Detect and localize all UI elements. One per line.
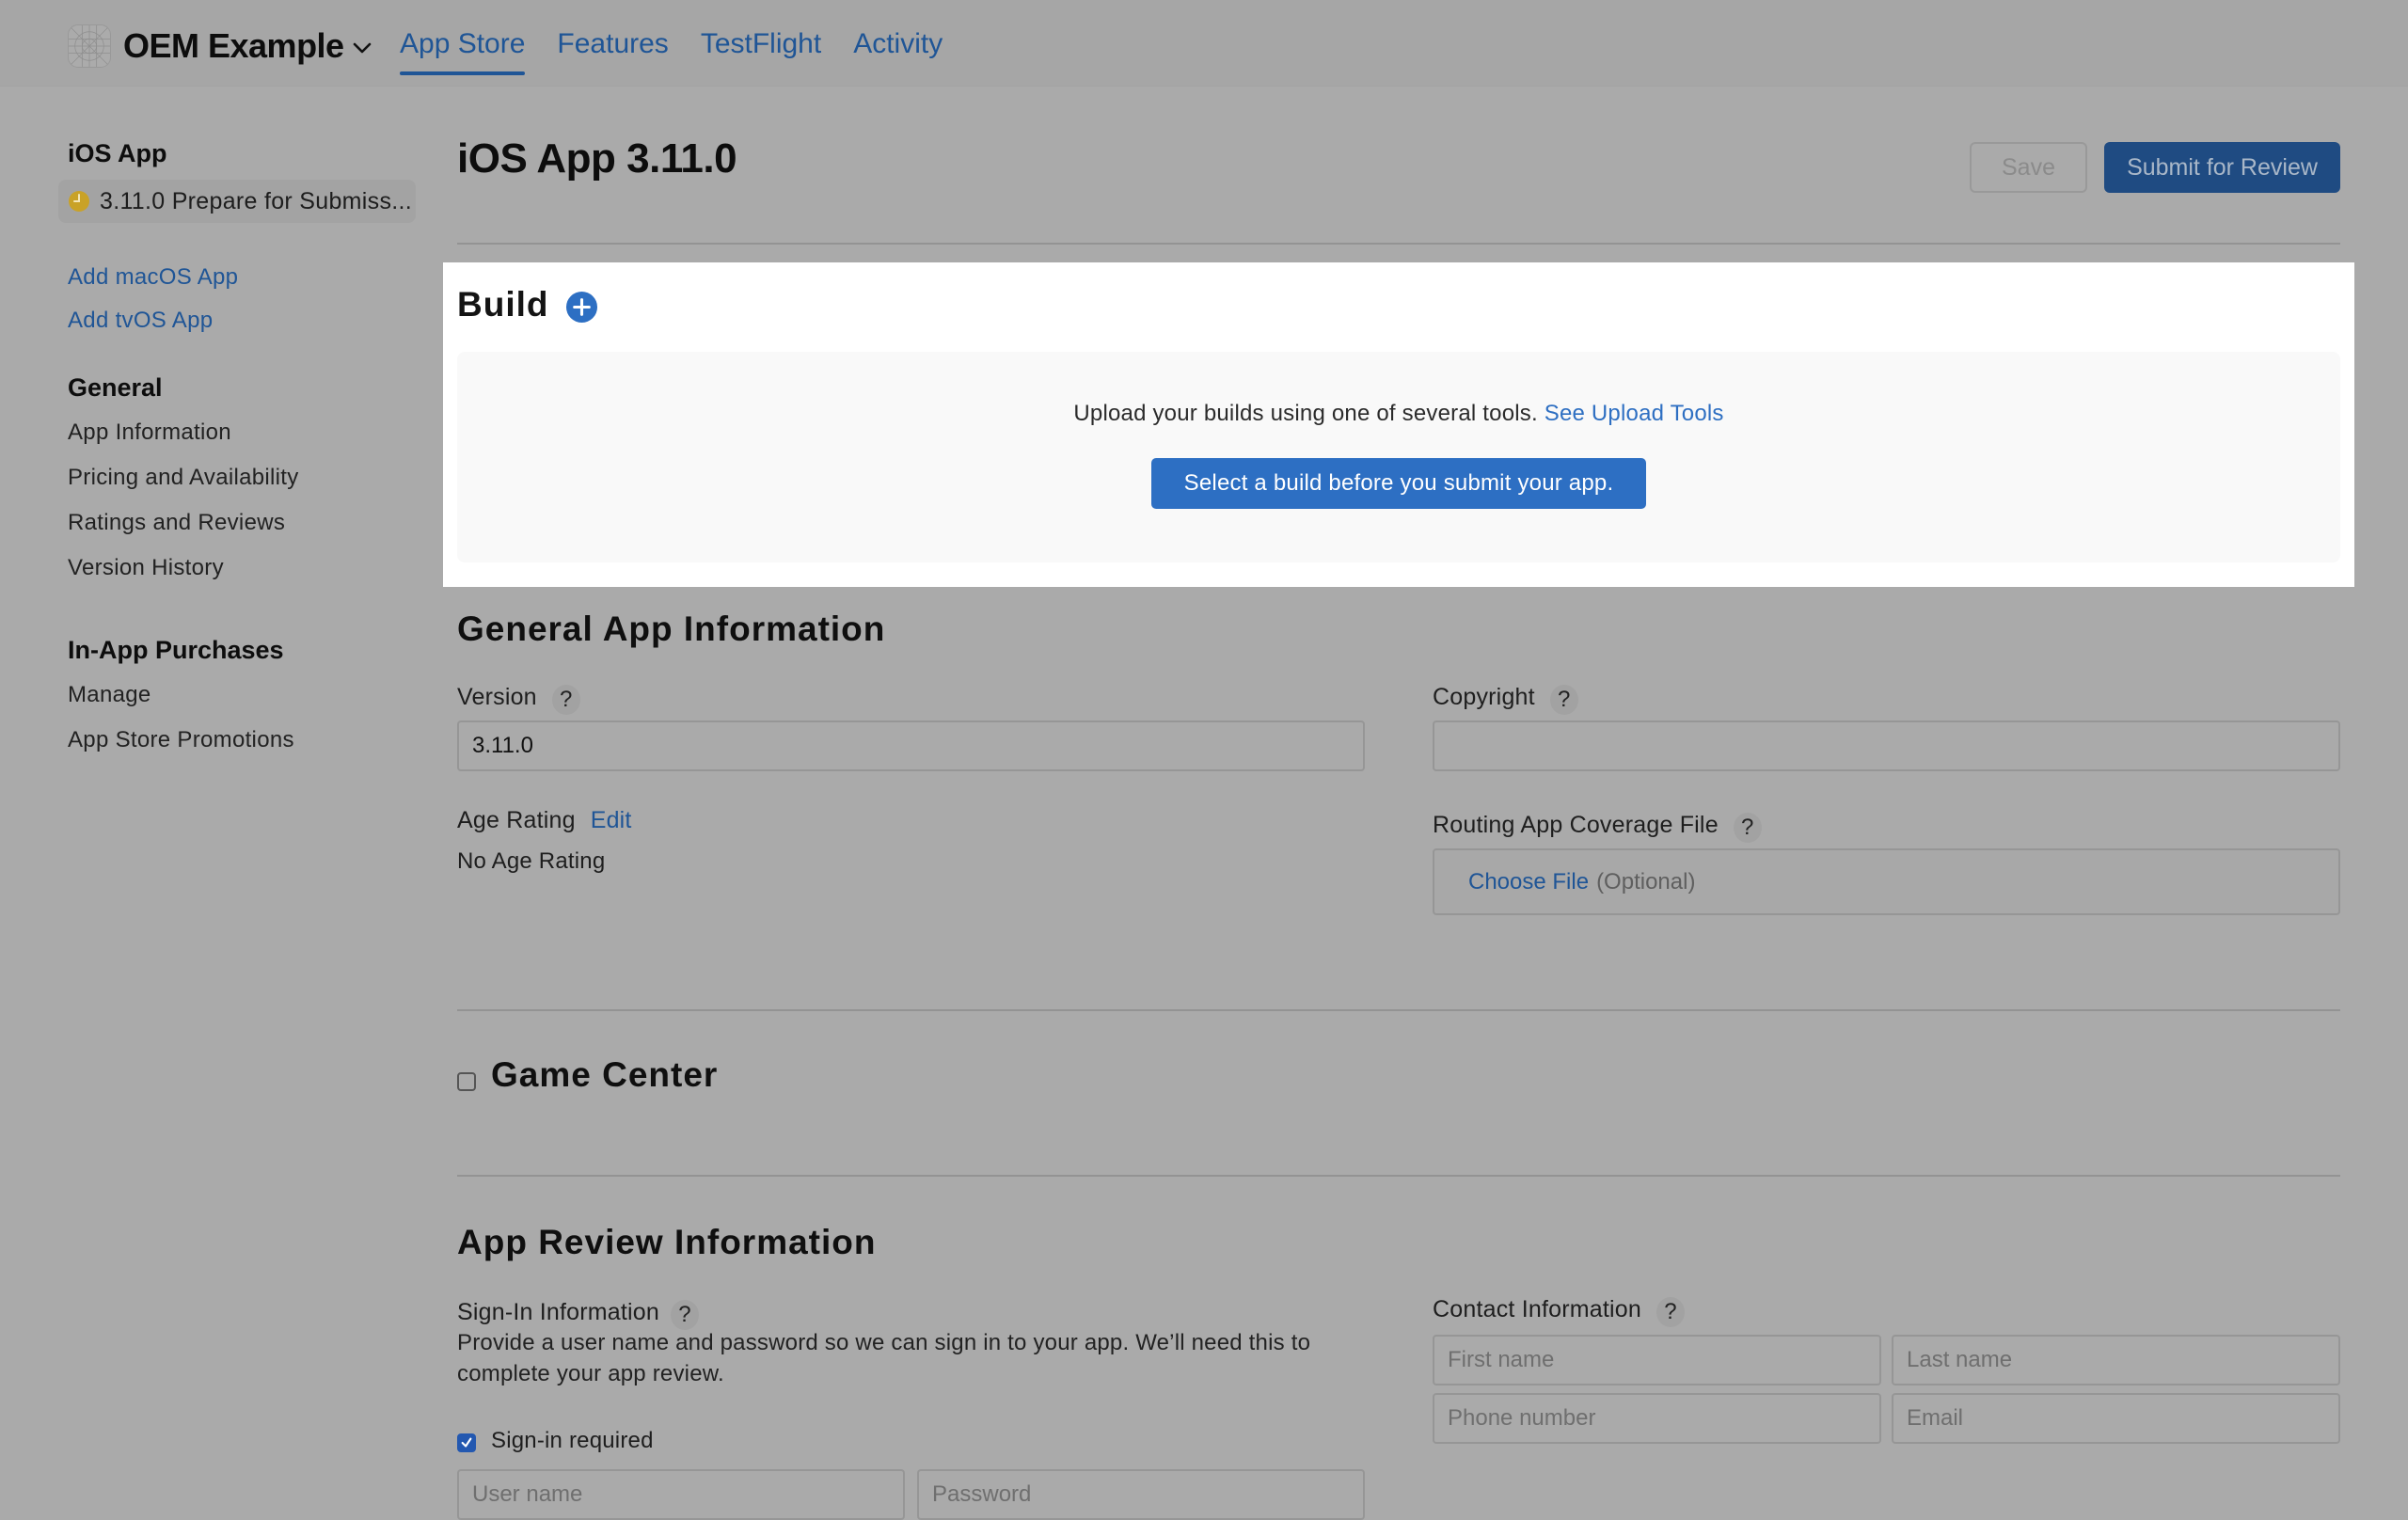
top-navigation-bar: OEM Example App Store Features TestFligh…	[0, 0, 2408, 87]
submit-for-review-button[interactable]: Submit for Review	[2104, 142, 2340, 193]
sidebar: iOS App 3.11.0 Prepare for Submiss... Ad…	[58, 139, 425, 753]
copyright-input[interactable]	[1433, 720, 2340, 771]
sidebar-version-label: 3.11.0 Prepare for Submiss...	[100, 187, 413, 214]
sidebar-heading-in-app-purchases: In-App Purchases	[68, 636, 284, 664]
routing-label-row: Routing App Coverage File ?	[1433, 807, 1762, 843]
sidebar-item-version[interactable]: 3.11.0 Prepare for Submiss...	[58, 180, 416, 223]
routing-help-icon[interactable]: ?	[1733, 813, 1762, 843]
checkmark-icon	[461, 1437, 472, 1448]
copyright-label: Copyright	[1433, 683, 1535, 710]
choose-file-button[interactable]: Choose File	[1468, 869, 1589, 895]
plus-circle-icon[interactable]	[565, 291, 598, 324]
add-macos-app-link[interactable]: Add macOS App	[68, 264, 425, 291]
sidebar-item-pricing-availability[interactable]: Pricing and Availability	[68, 465, 425, 491]
app-icon[interactable]	[68, 24, 111, 68]
sidebar-item-version-history[interactable]: Version History	[68, 555, 425, 581]
clock-icon	[69, 191, 89, 212]
general-app-information-heading: General App Information	[457, 610, 886, 648]
version-input[interactable]	[457, 720, 1365, 771]
email-input[interactable]	[1892, 1393, 2340, 1444]
password-input[interactable]	[917, 1469, 1365, 1520]
last-name-input[interactable]	[1892, 1335, 2340, 1385]
chevron-down-icon	[353, 42, 371, 54]
age-rating-label: Age Rating	[457, 807, 576, 833]
signin-description: Provide a user name and password so we c…	[457, 1330, 1311, 1386]
routing-file-picker: Choose File (Optional)	[1433, 848, 2340, 915]
signin-label-row: Sign-In Information ?	[457, 1294, 700, 1330]
upload-instructions: Upload your builds using one of several …	[457, 401, 2340, 427]
signin-information-label: Sign-In Information	[457, 1298, 660, 1325]
divider	[457, 1009, 2340, 1011]
divider	[457, 1175, 2340, 1177]
signin-help-icon[interactable]: ?	[671, 1300, 700, 1330]
version-help-icon[interactable]: ?	[551, 685, 580, 715]
app-switcher[interactable]: OEM Example	[123, 26, 372, 66]
app-icon-placeholder-graphic	[69, 25, 110, 67]
build-section: Build Upload your builds using one of se…	[443, 262, 2354, 587]
version-label-row: Version ?	[457, 679, 580, 715]
divider	[457, 243, 2340, 245]
tab-testflight[interactable]: TestFlight	[701, 28, 821, 75]
routing-app-coverage-label: Routing App Coverage File	[1433, 811, 1719, 838]
main-nav-tabs: App Store Features TestFlight Activity	[400, 28, 943, 75]
build-empty-state: Upload your builds using one of several …	[457, 352, 2340, 562]
sidebar-item-manage[interactable]: Manage	[68, 682, 425, 708]
app-review-information-heading: App Review Information	[457, 1223, 877, 1261]
optional-hint: (Optional)	[1596, 868, 1696, 895]
save-button[interactable]: Save	[1970, 142, 2087, 193]
sidebar-heading-general: General	[68, 373, 163, 402]
add-tvos-app-link[interactable]: Add tvOS App	[68, 308, 425, 334]
age-rating-label-row: Age Rating Edit	[457, 807, 632, 834]
game-center-heading: Game Center	[491, 1055, 719, 1094]
username-input[interactable]	[457, 1469, 905, 1520]
age-rating-value: No Age Rating	[457, 848, 606, 874]
sidebar-item-app-store-promotions[interactable]: App Store Promotions	[68, 727, 425, 753]
contact-information-label: Contact Information	[1433, 1295, 1641, 1322]
sidebar-item-ratings-reviews[interactable]: Ratings and Reviews	[68, 510, 425, 536]
sidebar-heading-ios-app: iOS App	[68, 139, 167, 167]
version-label: Version	[457, 683, 537, 710]
select-build-button[interactable]: Select a build before you submit your ap…	[1151, 458, 1646, 509]
signin-required-checkbox[interactable]	[457, 1433, 476, 1452]
game-center-checkbox[interactable]	[457, 1072, 476, 1091]
copyright-help-icon[interactable]: ?	[1549, 685, 1578, 715]
contact-help-icon[interactable]: ?	[1656, 1297, 1685, 1327]
build-title: Build	[457, 285, 549, 324]
see-upload-tools-link[interactable]: See Upload Tools	[1545, 401, 1724, 426]
tab-app-store[interactable]: App Store	[400, 28, 526, 75]
upload-text: Upload your builds using one of several …	[1073, 401, 1538, 426]
app-name: OEM Example	[123, 26, 344, 65]
first-name-input[interactable]	[1433, 1335, 1881, 1385]
age-rating-edit-link[interactable]: Edit	[591, 807, 632, 834]
sidebar-item-app-information[interactable]: App Information	[68, 420, 425, 446]
build-heading: Build	[457, 285, 598, 325]
contact-label-row: Contact Information ?	[1433, 1291, 1685, 1327]
copyright-label-row: Copyright ?	[1433, 679, 1578, 715]
page-title: iOS App 3.11.0	[457, 135, 737, 182]
tab-activity[interactable]: Activity	[853, 28, 943, 75]
tab-features[interactable]: Features	[557, 28, 668, 75]
phone-number-input[interactable]	[1433, 1393, 1881, 1444]
signin-required-label: Sign-in required	[491, 1428, 654, 1453]
